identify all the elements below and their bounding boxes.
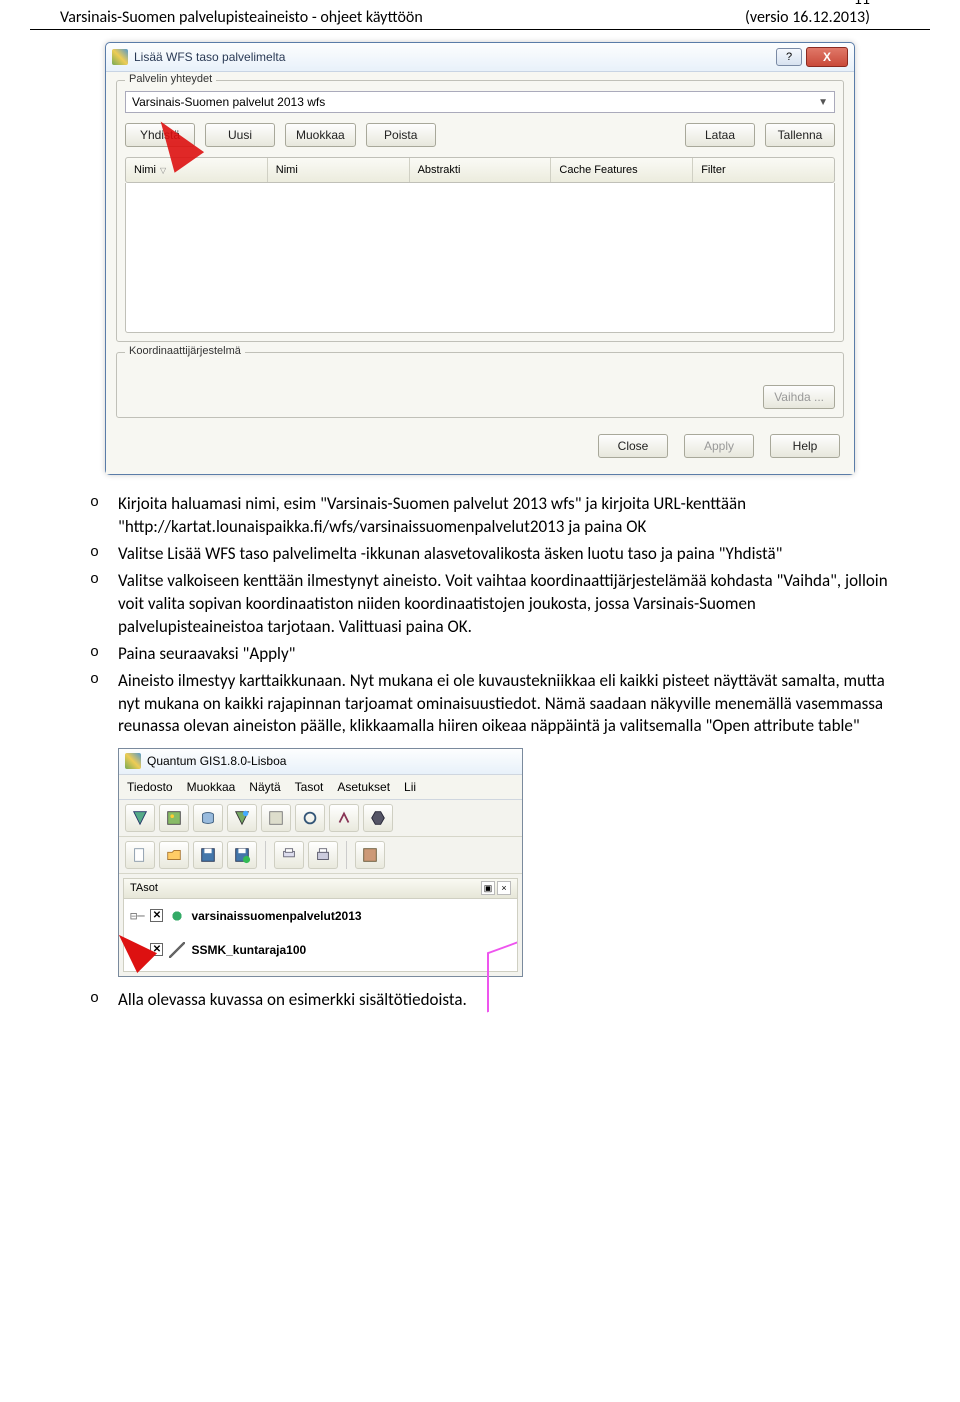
add-vector-layer-icon[interactable] bbox=[125, 804, 155, 832]
close-button[interactable]: Close bbox=[598, 434, 668, 458]
list-item: Alla olevassa kuvassa on esimerkki sisäl… bbox=[90, 989, 890, 1012]
col-cache[interactable]: Cache Features bbox=[551, 158, 693, 182]
menu-item[interactable]: Muokkaa bbox=[187, 779, 236, 795]
print-icon[interactable] bbox=[308, 841, 338, 869]
undock-panel-icon[interactable]: ▣ bbox=[481, 881, 495, 895]
col-name2[interactable]: Nimi bbox=[268, 158, 410, 182]
connect-button[interactable]: Yhdistä bbox=[125, 123, 195, 147]
toolbar-icon[interactable] bbox=[261, 804, 291, 832]
qgis-menubar: Tiedosto Muokkaa Näytä Tasot Asetukset L… bbox=[119, 774, 522, 800]
layer-table-header: Nimi▽ Nimi Abstrakti Cache Features Filt… bbox=[125, 157, 835, 183]
qgis-titlebar: Quantum GIS1.8.0-Lisboa bbox=[119, 749, 522, 773]
panel-label: TAsot bbox=[130, 881, 158, 896]
tree-collapse-icon[interactable]: ⊟─ bbox=[130, 942, 144, 958]
dialog-body: Palvelin yhteydet Varsinais-Suomen palve… bbox=[106, 71, 854, 474]
open-project-icon[interactable] bbox=[159, 841, 189, 869]
server-connections-group: Palvelin yhteydet Varsinais-Suomen palve… bbox=[116, 80, 844, 342]
page-number: 11 bbox=[854, 0, 870, 9]
toolbar-icon[interactable] bbox=[355, 841, 385, 869]
instruction-content: Kirjoita haluamasi nimi, esim "Varsinais… bbox=[0, 485, 960, 1036]
qgis-title: Quantum GIS1.8.0-Lisboa bbox=[147, 753, 286, 769]
close-panel-icon[interactable]: × bbox=[497, 881, 511, 895]
add-raster-layer-icon[interactable] bbox=[159, 804, 189, 832]
header-right: (versio 16.12.2013) bbox=[745, 8, 870, 27]
dialog-titlebar: Lisää WFS taso palvelimelta ? X bbox=[106, 43, 854, 71]
layer-row[interactable]: ⊟─ ✕ SSMK_kuntaraja100 bbox=[128, 939, 513, 961]
menu-item[interactable]: Lii bbox=[404, 779, 416, 795]
list-item: Paina seuraavaksi "Apply" bbox=[90, 643, 890, 666]
connection-button-row: Yhdistä Uusi Muokkaa Poista Lataa Tallen… bbox=[125, 123, 835, 147]
list-item: Valitse Lisää WFS taso palvelimelta -ikk… bbox=[90, 543, 890, 566]
new-project-icon[interactable] bbox=[125, 841, 155, 869]
layer-visibility-checkbox[interactable]: ✕ bbox=[150, 943, 163, 956]
layer-visibility-checkbox[interactable]: ✕ bbox=[150, 909, 163, 922]
qgis-main-window: Quantum GIS1.8.0-Lisboa Tiedosto Muokkaa… bbox=[118, 748, 523, 977]
save-button[interactable]: Tallenna bbox=[765, 123, 835, 147]
col-abstract[interactable]: Abstrakti bbox=[410, 158, 552, 182]
toolbar-icon[interactable] bbox=[329, 804, 359, 832]
add-db-layer-icon[interactable] bbox=[193, 804, 223, 832]
change-crs-button[interactable]: Vaihda ... bbox=[763, 385, 835, 409]
help-icon[interactable]: ? bbox=[776, 48, 802, 66]
menu-item[interactable]: Tasot bbox=[295, 779, 324, 795]
toolbar-icon[interactable] bbox=[295, 804, 325, 832]
layer-row[interactable]: ⊟─ ✕ varsinaissuomenpalvelut2013 bbox=[128, 905, 513, 927]
load-button[interactable]: Lataa bbox=[685, 123, 755, 147]
connection-combobox[interactable]: Varsinais-Suomen palvelut 2013 wfs ▼ bbox=[125, 91, 835, 113]
layers-panel: ⊟─ ✕ varsinaissuomenpalvelut2013 ⊟─ ✕ SS… bbox=[123, 899, 518, 972]
qgis-app-icon bbox=[125, 753, 141, 769]
point-symbol-icon bbox=[169, 908, 185, 924]
list-item: Aineisto ilmestyy karttaikkunaan. Nyt mu… bbox=[90, 670, 890, 739]
print-composer-icon[interactable] bbox=[274, 841, 304, 869]
group-legend: Palvelin yhteydet bbox=[125, 73, 216, 85]
line-symbol-icon bbox=[169, 942, 185, 958]
col-name[interactable]: Nimi▽ bbox=[126, 158, 268, 182]
col-filter[interactable]: Filter bbox=[693, 158, 834, 182]
add-wfs-layer-icon[interactable] bbox=[227, 804, 257, 832]
layer-name: SSMK_kuntaraja100 bbox=[191, 942, 306, 958]
qgis-toolbar-2 bbox=[119, 837, 522, 874]
layer-name: varsinaissuomenpalvelut2013 bbox=[191, 908, 361, 924]
save-project-icon[interactable] bbox=[193, 841, 223, 869]
instruction-list-2: Alla olevassa kuvassa on esimerkki sisäl… bbox=[90, 989, 890, 1012]
delete-button[interactable]: Poista bbox=[366, 123, 436, 147]
close-icon[interactable]: X bbox=[806, 47, 848, 67]
list-item: Kirjoita haluamasi nimi, esim "Varsinais… bbox=[90, 493, 890, 539]
new-button[interactable]: Uusi bbox=[205, 123, 275, 147]
menu-item[interactable]: Näytä bbox=[249, 779, 280, 795]
edit-button[interactable]: Muokkaa bbox=[285, 123, 356, 147]
apply-button[interactable]: Apply bbox=[684, 434, 754, 458]
crs-group: Koordinaattijärjestelmä Vaihda ... bbox=[116, 352, 844, 418]
combo-value: Varsinais-Suomen palvelut 2013 wfs bbox=[132, 95, 325, 109]
page-header: 11 Varsinais-Suomen palvelupisteaineisto… bbox=[30, 0, 930, 30]
layers-panel-title: TAsot ▣ × bbox=[123, 878, 518, 899]
dialog-bottom-buttons: Close Apply Help bbox=[116, 428, 844, 464]
crs-legend: Koordinaattijärjestelmä bbox=[125, 345, 245, 357]
tree-collapse-icon[interactable]: ⊟─ bbox=[130, 908, 144, 924]
chevron-down-icon: ▼ bbox=[818, 97, 828, 108]
menu-item[interactable]: Tiedosto bbox=[127, 779, 173, 795]
wfs-dialog: Lisää WFS taso palvelimelta ? X Palvelin… bbox=[105, 42, 855, 475]
layer-list-area[interactable] bbox=[125, 183, 835, 333]
dialog-title: Lisää WFS taso palvelimelta bbox=[134, 50, 772, 64]
list-item: Valitse valkoiseen kenttään ilmestynyt a… bbox=[90, 570, 890, 639]
help-button[interactable]: Help bbox=[770, 434, 840, 458]
save-as-icon[interactable] bbox=[227, 841, 257, 869]
instruction-list: Kirjoita haluamasi nimi, esim "Varsinais… bbox=[90, 493, 890, 738]
qgis-app-icon bbox=[112, 49, 128, 65]
qgis-toolbar-1 bbox=[119, 800, 522, 837]
settings-icon[interactable] bbox=[363, 804, 393, 832]
sort-indicator-icon: ▽ bbox=[160, 166, 166, 175]
header-left: Varsinais-Suomen palvelupisteaineisto - … bbox=[60, 8, 423, 27]
menu-item[interactable]: Asetukset bbox=[337, 779, 390, 795]
